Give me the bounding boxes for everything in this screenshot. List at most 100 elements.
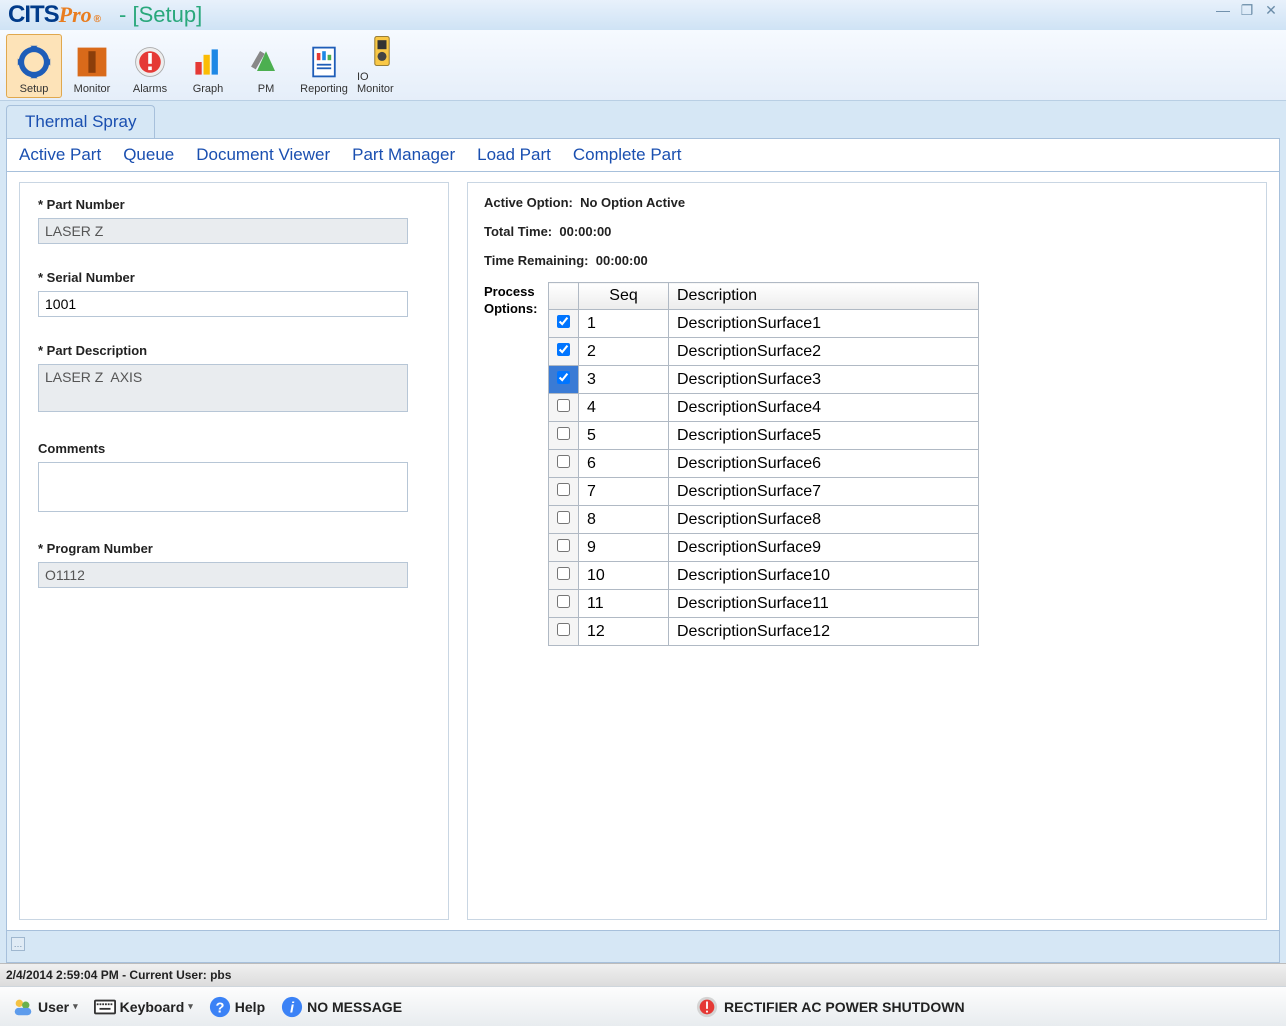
- row-desc: DescriptionSurface8: [669, 506, 979, 534]
- table-row[interactable]: 6DescriptionSurface6: [549, 450, 979, 478]
- svg-text:?: ?: [215, 1000, 224, 1016]
- reporting-icon: [304, 43, 344, 81]
- part-number-label: * Part Number: [38, 197, 430, 212]
- part-description-label: * Part Description: [38, 343, 430, 358]
- alarms-icon: [130, 43, 170, 81]
- help-button[interactable]: ? Help: [203, 992, 271, 1022]
- app-logo: CITSPro®: [8, 1, 101, 29]
- row-desc: DescriptionSurface9: [669, 534, 979, 562]
- row-seq: 8: [579, 506, 669, 534]
- table-row[interactable]: 10DescriptionSurface10: [549, 562, 979, 590]
- program-number-field: [38, 562, 408, 588]
- row-checkbox[interactable]: [557, 483, 570, 496]
- graph-icon: [188, 43, 228, 81]
- row-seq: 6: [579, 450, 669, 478]
- row-desc: DescriptionSurface7: [669, 478, 979, 506]
- serial-number-field[interactable]: [38, 291, 408, 317]
- row-checkbox[interactable]: [557, 427, 570, 440]
- row-seq: 7: [579, 478, 669, 506]
- alert-message: RECTIFIER AC POWER SHUTDOWN: [696, 996, 965, 1018]
- table-row[interactable]: 9DescriptionSurface9: [549, 534, 979, 562]
- toolbar-pm[interactable]: PM: [238, 34, 294, 98]
- row-checkbox[interactable]: [557, 399, 570, 412]
- close-icon[interactable]: ✕: [1262, 2, 1280, 19]
- user-menu[interactable]: User▾: [6, 992, 84, 1022]
- message-indicator[interactable]: i NO MESSAGE: [275, 992, 408, 1022]
- footer-bar: User▾ Keyboard▾ ? Help i NO MESSAGE RECT…: [0, 986, 1286, 1026]
- table-row[interactable]: 2DescriptionSurface2: [549, 338, 979, 366]
- io-monitor-icon: [362, 33, 402, 69]
- setup-icon: [14, 43, 54, 81]
- pm-icon: [246, 43, 286, 81]
- row-checkbox[interactable]: [557, 595, 570, 608]
- row-checkbox[interactable]: [557, 567, 570, 580]
- row-desc: DescriptionSurface4: [669, 394, 979, 422]
- table-row[interactable]: 1DescriptionSurface1: [549, 310, 979, 338]
- row-seq: 10: [579, 562, 669, 590]
- tab-thermal-spray[interactable]: Thermal Spray: [6, 105, 155, 138]
- row-checkbox[interactable]: [557, 511, 570, 524]
- table-row[interactable]: 3DescriptionSurface3: [549, 366, 979, 394]
- toolbar-alarms[interactable]: Alarms: [122, 34, 178, 98]
- toolbar-monitor[interactable]: Monitor: [64, 34, 120, 98]
- toolbar-io-monitor[interactable]: IO Monitor: [354, 34, 410, 98]
- keyboard-menu[interactable]: Keyboard▾: [88, 992, 199, 1022]
- grid-header-seq: Seq: [579, 283, 669, 310]
- row-checkbox[interactable]: [557, 315, 570, 328]
- expand-handle[interactable]: …: [11, 937, 25, 951]
- table-row[interactable]: 5DescriptionSurface5: [549, 422, 979, 450]
- row-seq: 2: [579, 338, 669, 366]
- subnav-document-viewer[interactable]: Document Viewer: [196, 145, 330, 165]
- row-desc: DescriptionSurface2: [669, 338, 979, 366]
- part-form: * Part Number * Serial Number * Part Des…: [19, 182, 449, 920]
- alert-icon: [696, 996, 718, 1018]
- table-row[interactable]: 7DescriptionSurface7: [549, 478, 979, 506]
- part-number-field: [38, 218, 408, 244]
- part-description-field: LASER Z AXIS: [38, 364, 408, 412]
- restore-icon[interactable]: ❐: [1238, 2, 1256, 19]
- row-checkbox[interactable]: [557, 623, 570, 636]
- subnav-load-part[interactable]: Load Part: [477, 145, 551, 165]
- row-checkbox[interactable]: [557, 343, 570, 356]
- table-row[interactable]: 8DescriptionSurface8: [549, 506, 979, 534]
- tab-strip: Thermal Spray: [6, 105, 1280, 138]
- process-panel: Active Option: No Option Active Total Ti…: [467, 182, 1267, 920]
- grid-header-desc: Description: [669, 283, 979, 310]
- comments-label: Comments: [38, 441, 430, 456]
- row-checkbox[interactable]: [557, 371, 570, 384]
- active-option-line: Active Option: No Option Active: [484, 195, 1250, 210]
- subnav-part-manager[interactable]: Part Manager: [352, 145, 455, 165]
- process-options-label: Process Options:: [484, 282, 548, 318]
- titlebar: CITSPro® - [Setup] — ❐ ✕: [0, 0, 1286, 30]
- monitor-icon: [72, 43, 112, 81]
- toolbar-graph[interactable]: Graph: [180, 34, 236, 98]
- row-seq: 9: [579, 534, 669, 562]
- toolbar-reporting[interactable]: Reporting: [296, 34, 352, 98]
- users-icon: [12, 996, 34, 1018]
- main-toolbar: SetupMonitorAlarmsGraphPMReportingIO Mon…: [0, 30, 1286, 101]
- row-checkbox[interactable]: [557, 455, 570, 468]
- toolbar-setup[interactable]: Setup: [6, 34, 62, 98]
- window-title: - [Setup]: [119, 2, 202, 28]
- bottom-spacer: …: [6, 931, 1280, 963]
- row-seq: 11: [579, 590, 669, 618]
- subnav-complete-part[interactable]: Complete Part: [573, 145, 682, 165]
- minimize-icon[interactable]: —: [1214, 2, 1232, 19]
- row-seq: 3: [579, 366, 669, 394]
- row-seq: 4: [579, 394, 669, 422]
- table-row[interactable]: 4DescriptionSurface4: [549, 394, 979, 422]
- status-line: 2/4/2014 2:59:04 PM - Current User: pbs: [0, 963, 1286, 986]
- table-row[interactable]: 11DescriptionSurface11: [549, 590, 979, 618]
- row-checkbox[interactable]: [557, 539, 570, 552]
- row-desc: DescriptionSurface5: [669, 422, 979, 450]
- comments-field[interactable]: [38, 462, 408, 512]
- grid-header-check: [549, 283, 579, 310]
- subnav-active-part[interactable]: Active Part: [19, 145, 101, 165]
- keyboard-icon: [94, 996, 116, 1018]
- row-desc: DescriptionSurface11: [669, 590, 979, 618]
- subnav-queue[interactable]: Queue: [123, 145, 174, 165]
- row-desc: DescriptionSurface3: [669, 366, 979, 394]
- table-row[interactable]: 12DescriptionSurface12: [549, 618, 979, 646]
- total-time-line: Total Time: 00:00:00: [484, 224, 1250, 239]
- program-number-label: * Program Number: [38, 541, 430, 556]
